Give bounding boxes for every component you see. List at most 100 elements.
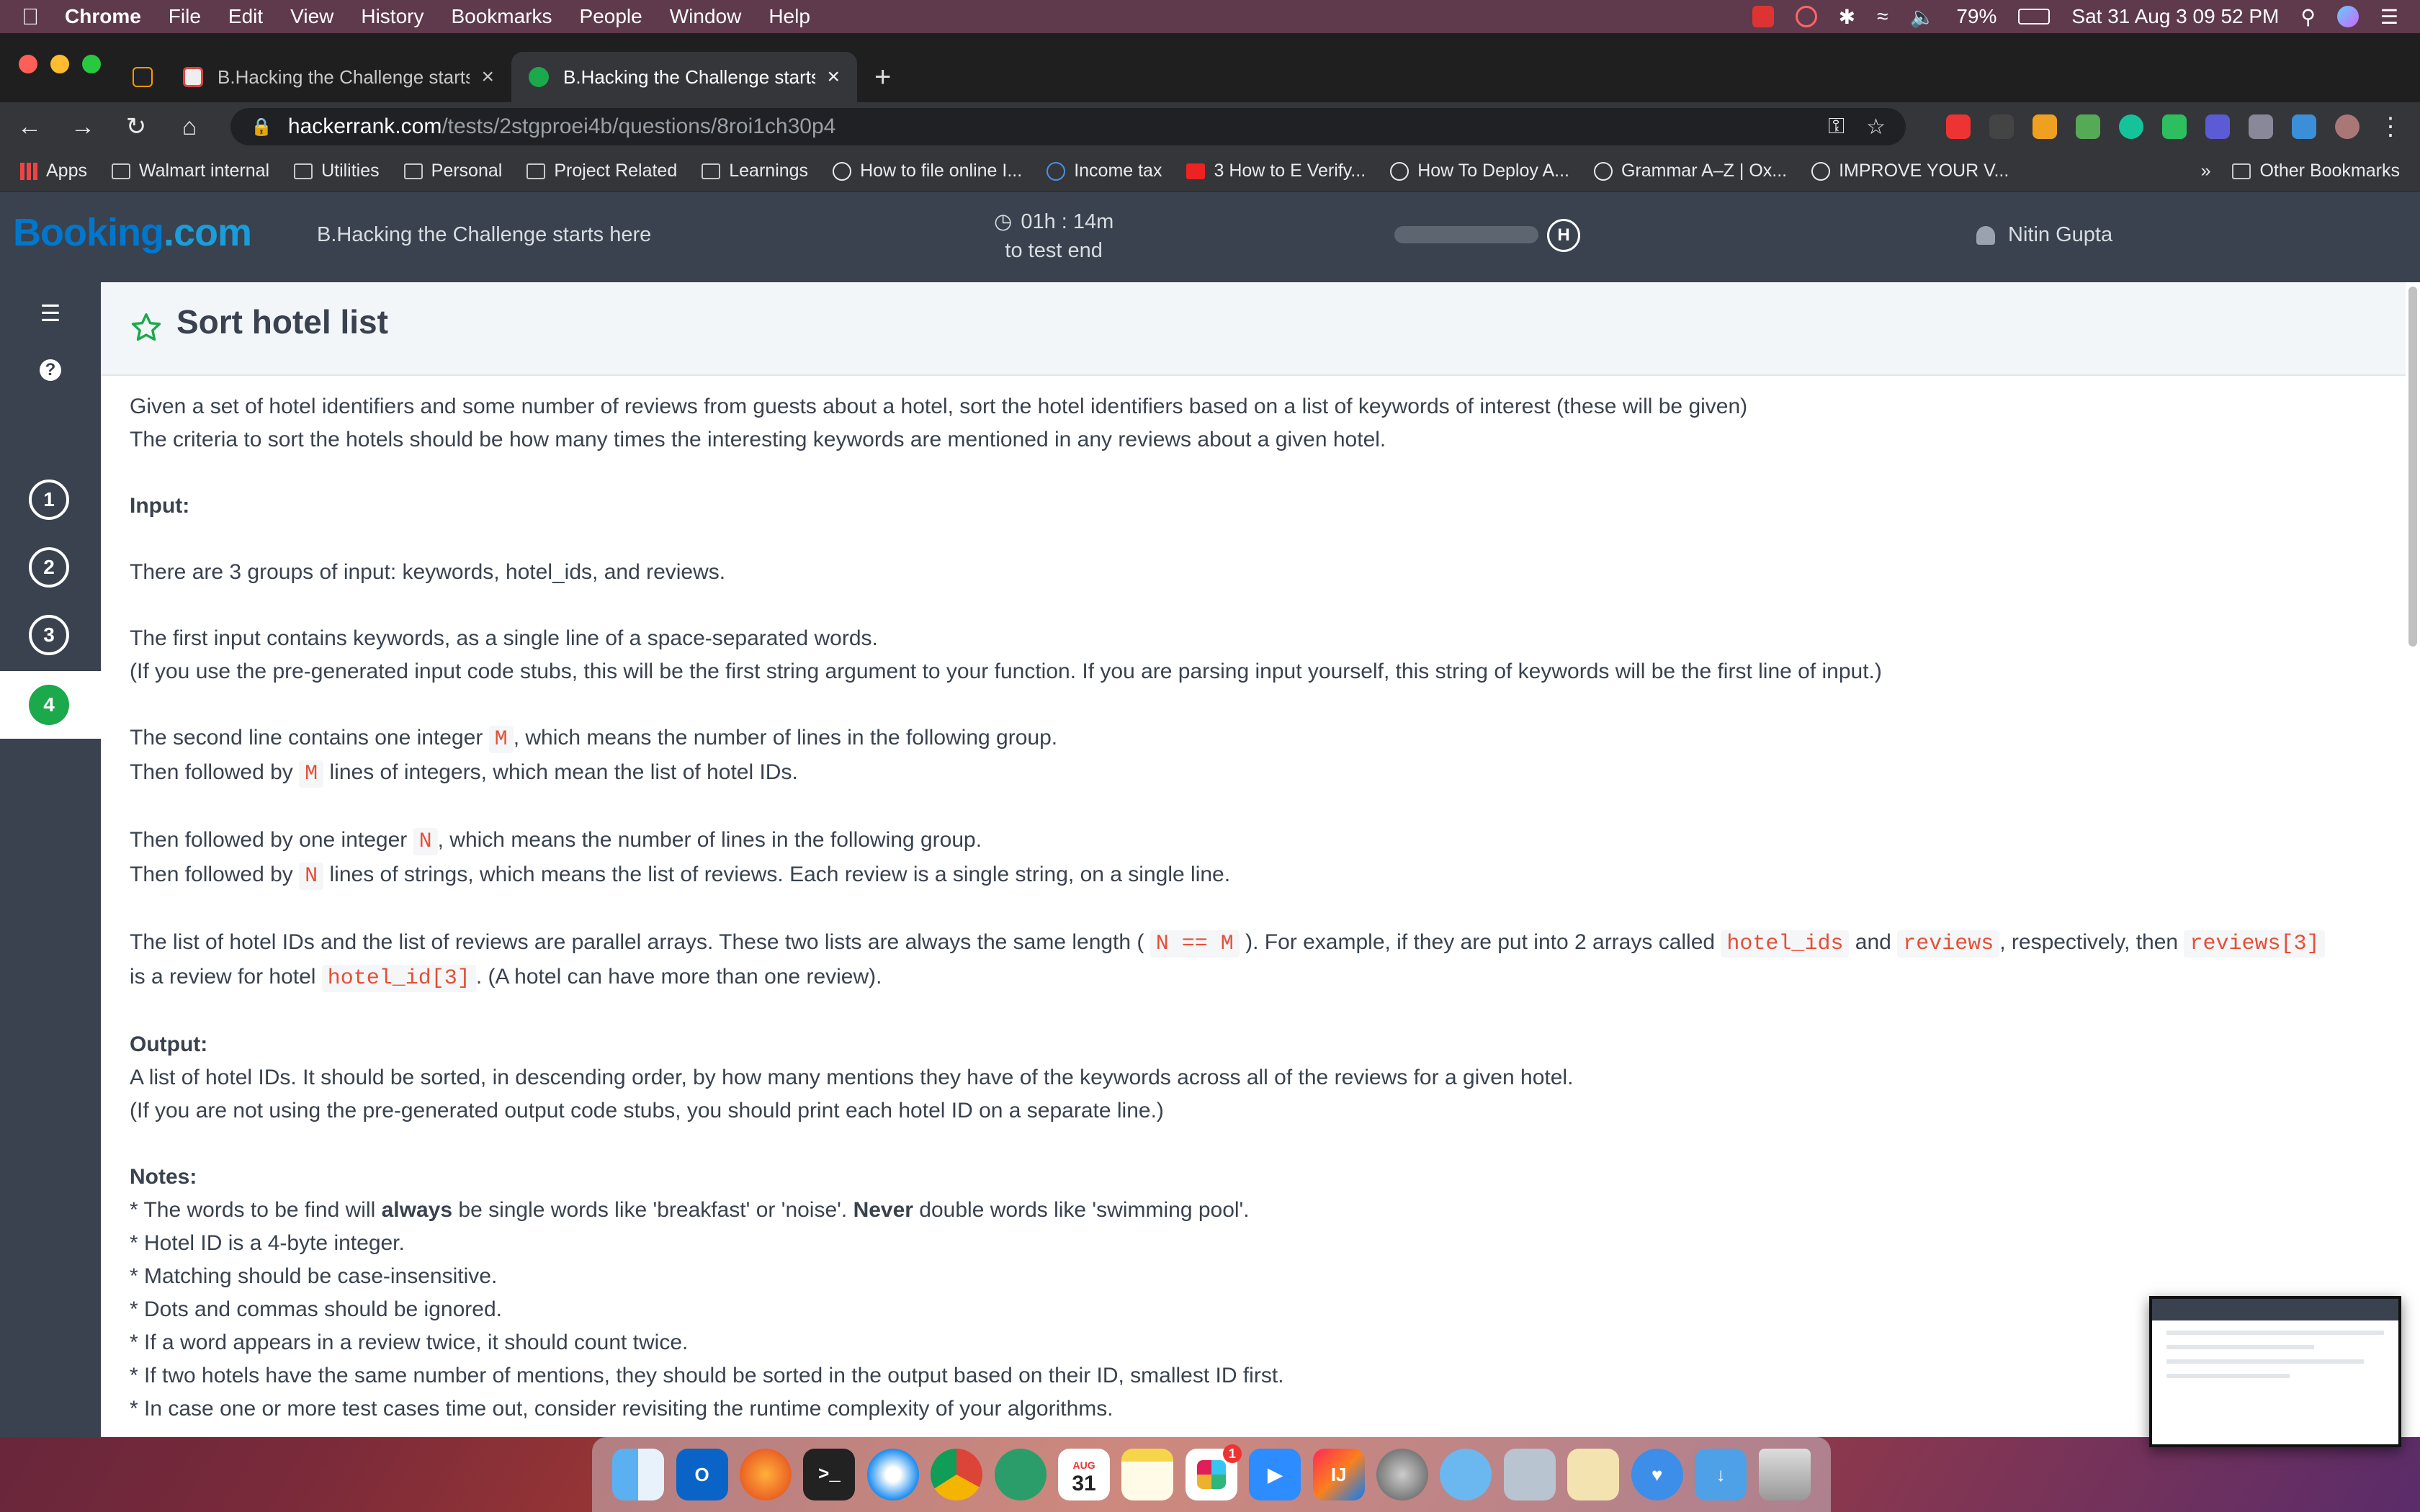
pinned-tab[interactable] — [122, 52, 166, 102]
question-nav-2[interactable]: 2 — [29, 547, 69, 588]
extension-blue-icon[interactable] — [2292, 114, 2316, 139]
close-tab-icon[interactable]: × — [827, 65, 840, 89]
bookmark-link[interactable]: 3 How to E Verify... — [1186, 161, 1366, 181]
downloads-folder-icon[interactable]: ↓ — [1695, 1449, 1747, 1500]
menu-history[interactable]: History — [361, 5, 424, 28]
notes-icon[interactable] — [1121, 1449, 1174, 1500]
extension-evernote-icon[interactable] — [2162, 114, 2187, 139]
booking-logo[interactable]: Booking.com — [13, 210, 252, 255]
tab-background[interactable]: B.Hacking the Challenge starts here × — [166, 52, 511, 102]
terminal-icon[interactable]: >_ — [803, 1449, 856, 1500]
atom-icon[interactable] — [994, 1449, 1047, 1500]
minimize-window-button[interactable] — [50, 55, 69, 73]
profile-avatar-icon[interactable] — [2335, 114, 2360, 139]
menu-view[interactable]: View — [290, 5, 333, 28]
question-nav-3[interactable]: 3 — [29, 615, 69, 655]
menu-people[interactable]: People — [580, 5, 642, 28]
bookmarks-overflow-button[interactable]: » — [2201, 161, 2211, 181]
bookmark-apps[interactable]: Apps — [20, 161, 87, 181]
bluetooth-icon[interactable]: ✱ — [1839, 5, 1855, 29]
bookmark-link[interactable]: How to file online I... — [833, 161, 1022, 181]
bookmark-folder[interactable]: Learnings — [702, 161, 808, 181]
extension-cors-icon[interactable] — [2076, 114, 2100, 139]
extension-red-icon[interactable] — [1946, 114, 1971, 139]
tab-active[interactable]: B.Hacking the Challenge starts here × — [511, 52, 857, 102]
battery-percent[interactable]: 79% — [1956, 5, 1996, 28]
network-globe-icon[interactable] — [1376, 1449, 1429, 1500]
bookmark-folder[interactable]: Walmart internal — [111, 161, 269, 181]
zoom-window-button[interactable] — [82, 55, 101, 73]
new-tab-button[interactable]: + — [857, 52, 915, 102]
trash-icon[interactable] — [1758, 1449, 1811, 1500]
extension-json-icon[interactable] — [1989, 114, 2014, 139]
page-scrollbar[interactable] — [2406, 282, 2420, 1437]
screenshot-thumbnail-preview[interactable] — [2149, 1296, 2401, 1447]
menu-help[interactable]: Help — [768, 5, 810, 28]
spotlight-search-icon[interactable]: ⚲ — [2300, 5, 2316, 29]
menu-edit[interactable]: Edit — [228, 5, 263, 28]
close-window-button[interactable] — [19, 55, 37, 73]
folder-icon — [702, 163, 721, 179]
question-nav-1[interactable]: 1 — [29, 480, 69, 520]
preview-icon[interactable] — [1503, 1449, 1556, 1500]
finder-icon[interactable] — [612, 1449, 665, 1500]
menu-bookmarks[interactable]: Bookmarks — [451, 5, 552, 28]
zoom-icon[interactable]: ▶ — [1249, 1449, 1301, 1500]
extension-r-icon[interactable] — [2205, 114, 2230, 139]
bookmark-link[interactable]: Income tax — [1047, 161, 1162, 181]
scrollbar-thumb[interactable] — [2408, 287, 2417, 647]
safari-icon[interactable] — [866, 1449, 919, 1500]
chrome-icon[interactable] — [931, 1449, 983, 1500]
bookmark-link[interactable]: IMPROVE YOUR V... — [1811, 161, 2009, 181]
bookmark-folder[interactable]: Utilities — [294, 161, 380, 181]
back-icon[interactable]: ← — [17, 113, 42, 141]
other-bookmarks[interactable]: Other Bookmarks — [2232, 161, 2400, 181]
siri-icon[interactable] — [2336, 6, 2359, 27]
shield-extension-icon[interactable] — [1752, 6, 1774, 27]
apple-menu-icon[interactable]:  — [22, 4, 39, 30]
menu-file[interactable]: File — [169, 5, 201, 28]
address-bar[interactable]: 🔒 hackerrank.com /tests/2stgproei4b/ques… — [230, 108, 1906, 145]
firefox-icon[interactable] — [740, 1449, 792, 1500]
chrome-menu-icon[interactable]: ⋮ — [2378, 112, 2403, 141]
favorite-star-icon[interactable] — [130, 311, 163, 344]
forward-icon[interactable]: → — [71, 113, 95, 141]
bookmark-star-icon[interactable]: ☆ — [1866, 114, 1886, 140]
bookmark-folder[interactable]: Personal — [403, 161, 502, 181]
menu-window[interactable]: Window — [670, 5, 742, 28]
close-tab-icon[interactable]: × — [481, 65, 494, 89]
volume-icon[interactable]: 🔈 — [1909, 5, 1935, 29]
health-app-icon[interactable]: ♥ — [1631, 1449, 1683, 1500]
bookmark-folder[interactable]: Project Related — [526, 161, 677, 181]
hackerrank-badge-icon: H — [1547, 219, 1580, 252]
magnifier-tool-icon[interactable] — [1795, 6, 1817, 27]
slack-icon[interactable]: 1 — [1185, 1444, 1242, 1500]
folder-icon — [526, 163, 546, 179]
wifi-icon[interactable]: ≈ — [1877, 5, 1888, 28]
question-list-icon[interactable]: ☰ — [36, 300, 65, 328]
key-icon[interactable]: ⚿ — [1828, 114, 1845, 139]
section-heading-notes: Notes: — [130, 1165, 197, 1189]
clock[interactable]: Sat 31 Aug 3 09 52 PM — [2071, 5, 2279, 28]
extension-image-icon[interactable] — [2249, 114, 2273, 139]
menu-app-chrome[interactable]: Chrome — [65, 5, 141, 28]
bookmark-link[interactable]: How To Deploy A... — [1390, 161, 1569, 181]
question-nav-active: 4 — [0, 671, 101, 739]
folder-icon — [2232, 163, 2251, 179]
help-icon[interactable]: ? — [36, 354, 65, 383]
intellij-icon[interactable]: IJ — [1312, 1449, 1365, 1500]
battery-icon[interactable] — [2018, 9, 2051, 24]
extension-orange-icon[interactable] — [2033, 114, 2057, 139]
notification-center-icon[interactable]: ☰ — [2380, 5, 2398, 29]
user-menu[interactable]: Nitin Gupta — [1976, 223, 2112, 247]
bookmark-link[interactable]: Grammar A–Z | Ox... — [1593, 161, 1787, 181]
outlook-icon[interactable]: O — [676, 1449, 728, 1500]
script-editor-icon[interactable] — [1567, 1449, 1620, 1500]
reload-icon[interactable]: ↻ — [124, 112, 148, 141]
home-icon[interactable]: ⌂ — [177, 113, 202, 141]
question-nav-4[interactable]: 4 — [29, 685, 69, 725]
calendar-icon[interactable]: AUG 31 — [1058, 1449, 1111, 1500]
question-panel: Sort hotel list Given a set of hotel ide… — [101, 282, 2406, 1437]
cloud-sync-icon[interactable] — [1440, 1449, 1492, 1500]
extension-grammarly-icon[interactable] — [2119, 114, 2143, 139]
